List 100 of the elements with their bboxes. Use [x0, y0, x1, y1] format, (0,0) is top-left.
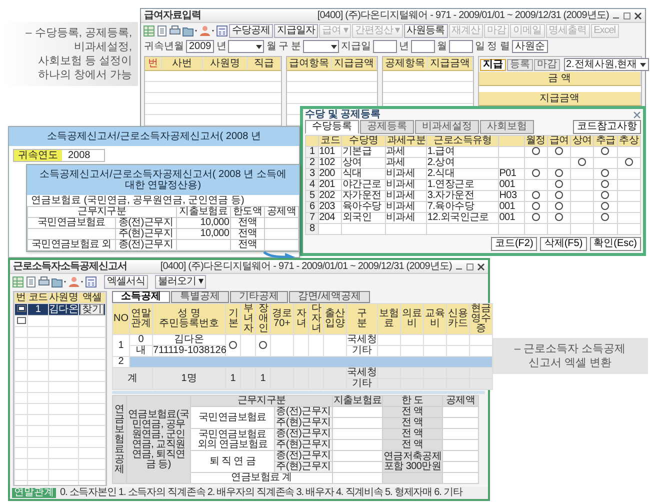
column-header: 현금영수증 — [470, 304, 492, 334]
row-number: 7 — [306, 212, 319, 224]
input-field[interactable]: 사원순 — [512, 40, 548, 53]
toolbar-button[interactable]: 지급일자 — [274, 24, 318, 38]
tab[interactable]: 특별공제 — [171, 291, 229, 303]
tab[interactable]: 등록 — [507, 58, 533, 70]
column-header: 구분 — [346, 304, 378, 334]
table-cell: 전 액 — [382, 406, 443, 418]
row-number: 1 — [306, 146, 319, 158]
document-icon[interactable] — [156, 25, 168, 37]
document-icon[interactable] — [25, 276, 37, 288]
tab[interactable]: 기타공제 — [230, 291, 288, 303]
dialog-button[interactable]: 코드(F2) — [490, 237, 538, 251]
column-header: 자녀 — [294, 304, 308, 334]
tab[interactable]: 소득공제 — [112, 291, 170, 303]
column-header: 성 명 주민등록번호 — [152, 304, 226, 334]
dialog-button[interactable]: 삭제(F5) — [540, 237, 587, 251]
toolbar-button[interactable]: 수당공제 — [229, 24, 273, 38]
column-header: NO — [112, 304, 130, 334]
input-field[interactable]: 2009 — [186, 40, 214, 53]
column-header: 사번 — [162, 57, 203, 70]
grid-icon[interactable] — [12, 276, 24, 288]
table-cell: 계 — [112, 368, 152, 390]
tab[interactable]: 사회보험 — [480, 120, 534, 134]
column-header: 급여항목 — [287, 57, 332, 70]
report-title: 소득공제신고서/근로소득자공제신고서( 2008 년 소득에 대한 연말정산용) — [40, 169, 286, 191]
close-icon[interactable] — [477, 262, 485, 270]
window-title: 근로소득자소득공제신고서 — [13, 261, 127, 272]
status-text: 0. 소득자본인 1. 소득자의 직계존속 2. 배우자의 직계존속 3. 배우자 4. 직계비속 5. 형제자매 6. 기타 — [60, 488, 462, 498]
column-header: 지급금액 — [479, 92, 641, 105]
column-header: 상여 — [570, 136, 594, 146]
column-header: 신용카드 — [446, 304, 470, 334]
dialog-button[interactable]: 확인(Esc) — [590, 237, 641, 251]
maximize-icon[interactable] — [466, 262, 474, 270]
toolbar-button[interactable]: 사원등록 — [404, 24, 448, 38]
tab[interactable]: 마감 — [534, 58, 560, 70]
printer-icon[interactable] — [169, 25, 181, 37]
table-cell: 종(전)근무지 — [274, 450, 333, 462]
dropdown-field[interactable] — [303, 40, 340, 53]
column-header: 액셀 — [78, 292, 106, 304]
person-icon[interactable] — [199, 25, 215, 37]
table-cell: 국세청 — [346, 334, 378, 346]
tab[interactable]: 비과세설정 — [415, 120, 479, 134]
table-cell: 국민연금보험료 — [190, 406, 274, 428]
column-header: 근로소득유형 — [426, 136, 499, 146]
tab[interactable]: 지급 — [480, 58, 506, 70]
checkbox[interactable] — [16, 305, 26, 312]
dropdown-field[interactable] — [228, 40, 264, 53]
filter-label: 일 — [475, 41, 486, 52]
person-icon[interactable] — [68, 276, 84, 288]
table-cell — [264, 240, 298, 250]
table-cell: 주(현)근무지 — [274, 440, 333, 450]
table-cell: 203 — [318, 202, 342, 212]
toolbar-button[interactable]: 불러오기 ▾ — [155, 275, 206, 289]
column-header: 지급금액 — [332, 57, 377, 70]
table-cell: 국민연금보험료 외 — [28, 240, 116, 250]
input-field[interactable] — [411, 40, 436, 53]
column-header: 교육비 — [424, 304, 446, 334]
table-cell: 202 — [318, 190, 342, 202]
column-header: 공제액 — [442, 396, 479, 406]
column-header: 수당명 — [342, 136, 386, 146]
dropdown-field[interactable]: 2.전체사원,현재 — [564, 58, 650, 71]
checkbox[interactable] — [16, 316, 26, 324]
input-field[interactable] — [449, 40, 474, 53]
toolbar-button[interactable]: 엑셀서식 — [104, 275, 148, 289]
column-header: 사원명 — [48, 292, 78, 304]
tab[interactable]: 감면/세액공제 — [289, 291, 370, 303]
caret-icon — [639, 60, 648, 68]
input-field[interactable] — [373, 40, 398, 53]
find-button[interactable]: 찾기 — [80, 304, 104, 315]
row-number: 2 — [306, 158, 319, 168]
column-header: 의료비 — [400, 304, 424, 334]
column-header: 부녀자 — [240, 304, 256, 334]
section-title: 연금보험료 (국민연금, 공무원연금, 군인연금 등) — [30, 195, 246, 206]
filter-label: 정 렬 — [487, 41, 510, 52]
table-cell: 204 — [318, 212, 342, 224]
table-cell: 2.식대 — [426, 168, 499, 180]
maximize-icon[interactable] — [623, 12, 631, 20]
printer-icon[interactable] — [38, 276, 50, 288]
section-label: 연금보험료공제 — [114, 404, 124, 474]
circle-mark — [532, 169, 540, 178]
column-header: 근무지구분 — [28, 206, 176, 218]
close-icon[interactable] — [634, 12, 642, 20]
table-cell: 비과세 — [385, 180, 427, 190]
table-cell: 국민연금보험료 — [28, 218, 116, 228]
calculator-icon[interactable] — [85, 276, 97, 288]
column-header: 코드 — [28, 292, 48, 304]
table-cell: 육아수당 — [342, 202, 386, 212]
column-header: 다자녀 — [308, 304, 324, 334]
tab[interactable]: 공제등록 — [360, 120, 414, 134]
table-cell: 10,000 — [176, 218, 231, 228]
tab[interactable]: 수당등록 — [305, 120, 359, 134]
code-reference-button[interactable]: 코드참고사항 — [573, 120, 641, 134]
field-value: 2008 — [67, 150, 92, 161]
table-cell: 김다온 — [152, 334, 226, 346]
calculator-icon[interactable] — [216, 25, 228, 37]
table-cell: 200 — [318, 168, 342, 180]
folder-icon[interactable] — [182, 25, 198, 37]
grid-icon[interactable] — [143, 25, 155, 37]
folder-icon[interactable] — [51, 276, 67, 288]
